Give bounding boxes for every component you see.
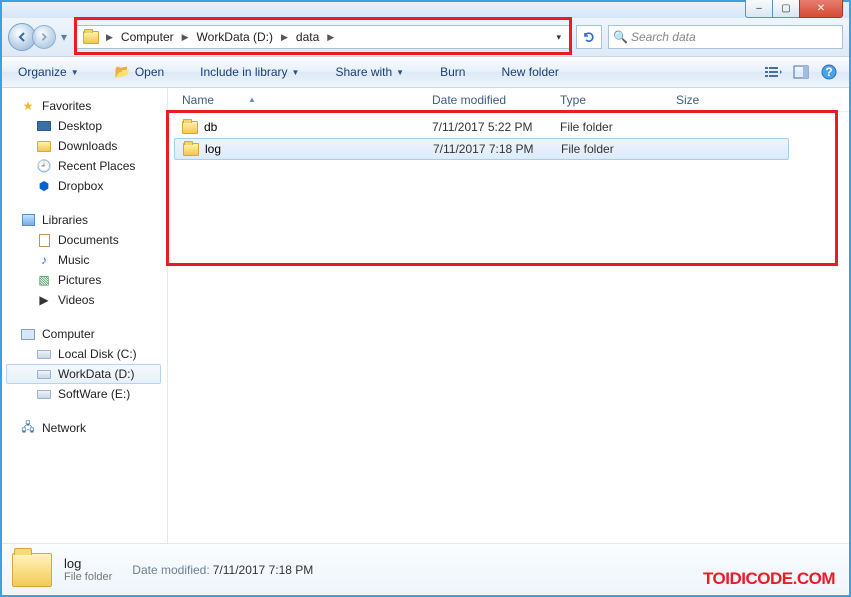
include-library-button[interactable]: Include in library▼ [192, 62, 307, 82]
sidebar-libraries[interactable]: Libraries [6, 210, 167, 230]
breadcrumb-separator[interactable]: ▶ [278, 32, 291, 43]
sidebar-item-local-disk-c[interactable]: Local Disk (C:) [6, 344, 167, 364]
computer-icon [20, 326, 36, 342]
file-row[interactable]: db 7/11/2017 5:22 PM File folder [168, 116, 849, 138]
burn-button[interactable]: Burn [432, 62, 473, 82]
titlebar: – ▢ ✕ [2, 2, 849, 18]
details-type: File folder [64, 571, 112, 583]
sidebar-item-downloads[interactable]: Downloads [6, 136, 167, 156]
share-button[interactable]: Share with▼ [327, 62, 412, 82]
navigation-tree: ★Favorites Desktop Downloads 🕘Recent Pla… [2, 88, 168, 543]
column-size[interactable]: Size [670, 93, 750, 107]
open-button[interactable]: 📂Open [107, 61, 173, 83]
file-name: db [204, 120, 217, 134]
pictures-icon: ▧ [36, 272, 52, 288]
file-type: File folder [555, 142, 671, 156]
desktop-icon [36, 118, 52, 134]
sidebar-item-workdata-d[interactable]: WorkData (D:) [6, 364, 161, 384]
sidebar-computer[interactable]: Computer [6, 324, 167, 344]
column-date[interactable]: Date modified [426, 93, 554, 107]
sidebar-item-dropbox[interactable]: ⬢Dropbox [6, 176, 167, 196]
sidebar-item-software-e[interactable]: SoftWare (E:) [6, 384, 167, 404]
sidebar-item-recent[interactable]: 🕘Recent Places [6, 156, 167, 176]
details-date-label: Date modified: [132, 563, 209, 577]
drive-icon [36, 346, 52, 362]
history-dropdown[interactable]: ▾ [58, 27, 70, 47]
search-placeholder: Search data [631, 30, 696, 44]
watermark: TOIDICODE.COM [703, 569, 835, 589]
sidebar-network[interactable]: 🖧Network [6, 418, 167, 438]
dropbox-icon: ⬢ [36, 178, 52, 194]
organize-button[interactable]: Organize▼ [10, 62, 87, 82]
folder-large-icon [12, 553, 52, 587]
breadcrumb-separator[interactable]: ▶ [324, 32, 337, 43]
drive-icon [36, 386, 52, 402]
maximize-button[interactable]: ▢ [772, 0, 800, 18]
breadcrumb-workdata[interactable]: WorkData (D:) [192, 26, 278, 48]
network-icon: 🖧 [20, 420, 36, 436]
details-date-value: 7/11/2017 7:18 PM [213, 563, 314, 577]
toolbar: Organize▼ 📂Open Include in library▼ Shar… [2, 56, 849, 88]
column-type[interactable]: Type [554, 93, 670, 107]
svg-text:?: ? [825, 65, 832, 79]
file-date: 7/11/2017 7:18 PM [427, 142, 555, 156]
libraries-icon [20, 212, 36, 228]
sidebar-item-pictures[interactable]: ▧Pictures [6, 270, 167, 290]
recent-icon: 🕘 [36, 158, 52, 174]
file-list-pane: Name▲ Date modified Type Size db 7/11/20… [168, 88, 849, 543]
folder-icon [36, 138, 52, 154]
search-icon: 🔍 [613, 30, 628, 44]
breadcrumb-separator[interactable]: ▶ [179, 32, 192, 43]
minimize-button[interactable]: – [745, 0, 773, 18]
refresh-button[interactable] [576, 25, 602, 49]
navigation-bar: ▾ ▶ Computer ▶ WorkData (D:) ▶ data ▶ ▾ … [2, 18, 849, 56]
file-name: log [205, 142, 221, 156]
address-dropdown[interactable]: ▾ [550, 32, 567, 43]
file-row[interactable]: log 7/11/2017 7:18 PM File folder [174, 138, 789, 160]
location-icon [83, 29, 99, 45]
sidebar-item-music[interactable]: ♪Music [6, 250, 167, 270]
column-headers: Name▲ Date modified Type Size [168, 88, 849, 112]
sidebar-item-documents[interactable]: Documents [6, 230, 167, 250]
sidebar-item-desktop[interactable]: Desktop [6, 116, 167, 136]
sort-indicator-icon: ▲ [248, 95, 256, 104]
forward-button[interactable] [32, 25, 56, 49]
folder-icon [183, 143, 199, 156]
close-button[interactable]: ✕ [799, 0, 843, 18]
file-date: 7/11/2017 5:22 PM [426, 120, 554, 134]
breadcrumb-data[interactable]: data [291, 26, 324, 48]
folder-icon [182, 121, 198, 134]
details-pane: log File folder Date modified: 7/11/2017… [2, 543, 849, 595]
details-name: log [64, 556, 112, 571]
breadcrumb-separator[interactable]: ▶ [103, 32, 116, 43]
column-name[interactable]: Name▲ [176, 93, 426, 107]
file-type: File folder [554, 120, 670, 134]
address-bar[interactable]: ▶ Computer ▶ WorkData (D:) ▶ data ▶ ▾ [76, 25, 570, 49]
sidebar-favorites[interactable]: ★Favorites [6, 96, 167, 116]
breadcrumb-computer[interactable]: Computer [116, 26, 179, 48]
open-folder-icon: 📂 [115, 64, 131, 80]
music-icon: ♪ [36, 252, 52, 268]
sidebar-item-videos[interactable]: ▶Videos [6, 290, 167, 310]
new-folder-button[interactable]: New folder [493, 62, 566, 82]
preview-pane-button[interactable] [789, 61, 813, 83]
star-icon: ★ [20, 98, 36, 114]
view-options-button[interactable] [761, 61, 785, 83]
documents-icon [36, 232, 52, 248]
help-button[interactable]: ? [817, 61, 841, 83]
drive-icon [36, 366, 52, 382]
videos-icon: ▶ [36, 292, 52, 308]
search-input[interactable]: 🔍 Search data [608, 25, 843, 49]
